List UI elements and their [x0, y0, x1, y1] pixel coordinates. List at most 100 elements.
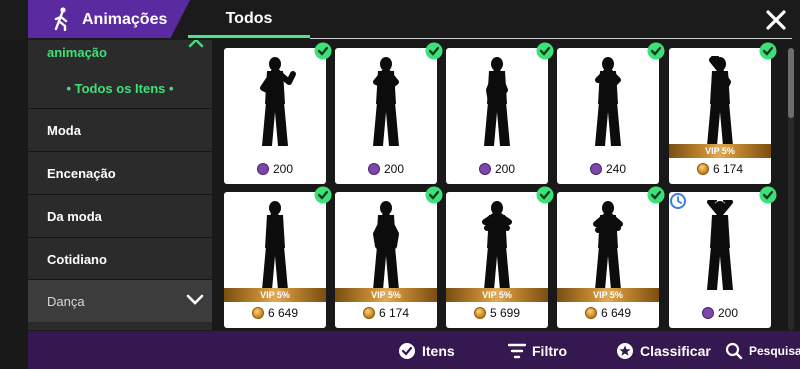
sidebar-item-label: Encenação — [47, 166, 116, 181]
dance-pose-silhouette-icon — [482, 201, 512, 290]
dance-pose-silhouette-icon — [260, 57, 296, 146]
price-tag: 200 — [669, 305, 771, 321]
price-value: 6 649 — [267, 306, 299, 320]
clock-icon — [670, 193, 686, 209]
price-value: 200 — [717, 306, 739, 320]
vip-coin-icon — [589, 163, 602, 175]
animation-card[interactable]: VIP 5% 6 174 — [669, 42, 777, 184]
gold-coin-icon — [584, 307, 597, 319]
animation-card[interactable]: VIP 5% 6 649 — [224, 186, 332, 328]
sidebar-item-cotidiano[interactable]: Cotidiano — [28, 237, 212, 280]
sidebar-item-label: Moda — [47, 123, 81, 138]
owned-check-icon — [536, 42, 554, 60]
tab-animations[interactable]: Animações — [28, 0, 190, 38]
vip-coin-icon — [367, 163, 380, 175]
chevron-down-icon — [186, 294, 204, 305]
sidebar-item-label: • Todos os Itens • — [66, 81, 174, 96]
animation-card[interactable]: VIP 5% 6 174 — [335, 186, 443, 328]
dance-pose-silhouette-icon — [707, 56, 733, 146]
price-value: 6 174 — [712, 162, 744, 176]
search-icon — [725, 342, 743, 360]
sidebar-item-danca[interactable]: Dança — [28, 279, 212, 322]
dance-pose-silhouette-icon — [373, 201, 399, 290]
vip-coin-icon — [478, 163, 491, 175]
sidebar-item-label: Cotidiano — [47, 252, 107, 267]
price-tag: 6 174 — [669, 161, 771, 177]
items-button[interactable]: Itens — [398, 341, 455, 361]
animation-card[interactable]: 200 — [446, 42, 554, 184]
category-sidebar: animação • Todos os Itens • Moda Encenaç… — [28, 40, 212, 330]
filter-button-label: Filtro — [532, 343, 567, 359]
divider — [310, 38, 792, 39]
scrollbar-thumb[interactable] — [788, 48, 794, 118]
owned-check-icon — [759, 42, 777, 60]
owned-check-icon — [314, 42, 332, 60]
items-button-label: Itens — [422, 343, 455, 359]
price-tag: 6 649 — [557, 305, 659, 321]
price-value: 200 — [494, 162, 516, 176]
vip-coin-icon — [256, 163, 269, 175]
price-tag: 200 — [446, 161, 548, 177]
search-button[interactable]: Pesquisa — [725, 341, 800, 361]
owned-check-icon — [536, 186, 554, 204]
tab-all[interactable]: Todos — [188, 0, 310, 38]
dance-pose-silhouette-icon — [707, 200, 733, 290]
sort-button[interactable]: Classificar — [616, 341, 711, 361]
owned-check-icon — [425, 42, 443, 60]
vip-discount-banner: VIP 5% — [446, 288, 548, 302]
owned-check-icon — [647, 186, 665, 204]
animation-card[interactable]: 200 — [335, 42, 443, 184]
price-value: 200 — [272, 162, 294, 176]
animation-card[interactable]: 200 — [224, 42, 332, 184]
close-icon[interactable] — [764, 8, 788, 32]
vip-coin-icon — [701, 307, 714, 319]
animation-card[interactable]: VIP 5% 6 649 — [557, 186, 665, 328]
gold-coin-icon — [473, 307, 486, 319]
sidebar-section-title: animação — [47, 45, 107, 60]
sidebar-item-moda[interactable]: Moda — [28, 108, 212, 151]
vip-discount-banner: VIP 5% — [335, 288, 437, 302]
price-value: 240 — [605, 162, 627, 176]
tab-all-label: Todos — [225, 10, 273, 27]
sort-button-label: Classificar — [640, 343, 711, 359]
sidebar-item-da-moda[interactable]: Da moda — [28, 194, 212, 237]
animation-card[interactable]: 240 — [557, 42, 665, 184]
sidebar-item-encenacao[interactable]: Encenação — [28, 151, 212, 194]
sidebar-item-all-items[interactable]: • Todos os Itens • — [28, 68, 212, 108]
animation-card[interactable]: 200 — [669, 186, 777, 328]
owned-check-icon — [647, 42, 665, 60]
price-tag: 200 — [224, 161, 326, 177]
sidebar-section-header[interactable]: animação — [28, 40, 212, 66]
dance-pose-silhouette-icon — [484, 57, 510, 146]
vip-discount-banner: VIP 5% — [557, 288, 659, 302]
price-tag: 6 174 — [335, 305, 437, 321]
price-tag: 5 699 — [446, 305, 548, 321]
chevron-up-icon — [188, 40, 204, 48]
price-value: 5 699 — [489, 306, 521, 320]
gold-coin-icon — [362, 307, 375, 319]
walking-person-icon — [54, 7, 68, 31]
price-tag: 240 — [557, 161, 659, 177]
sidebar-item-label: Dança — [47, 294, 85, 309]
dance-pose-silhouette-icon — [262, 201, 288, 290]
filter-button[interactable]: Filtro — [508, 341, 567, 361]
search-button-label: Pesquisa — [749, 344, 800, 358]
top-bar: Animações Todos — [0, 0, 800, 40]
owned-check-icon — [759, 186, 777, 204]
price-value: 6 174 — [378, 306, 410, 320]
check-circle-icon — [399, 343, 415, 359]
vip-discount-banner: VIP 5% — [224, 288, 326, 302]
owned-check-icon — [425, 186, 443, 204]
animation-card[interactable]: VIP 5% 5 699 — [446, 186, 554, 328]
dance-pose-silhouette-icon — [373, 57, 399, 146]
tab-animations-label: Animações — [82, 11, 168, 28]
price-value: 200 — [383, 162, 405, 176]
price-value: 6 649 — [600, 306, 632, 320]
active-tab-indicator — [188, 35, 310, 38]
dance-pose-silhouette-icon — [593, 201, 623, 290]
bottom-toolbar: Itens Filtro Classificar Pesquisa — [28, 331, 800, 369]
dance-pose-silhouette-icon — [595, 57, 621, 146]
owned-check-icon — [314, 186, 332, 204]
price-tag: 6 649 — [224, 305, 326, 321]
vip-discount-banner: VIP 5% — [669, 144, 771, 158]
